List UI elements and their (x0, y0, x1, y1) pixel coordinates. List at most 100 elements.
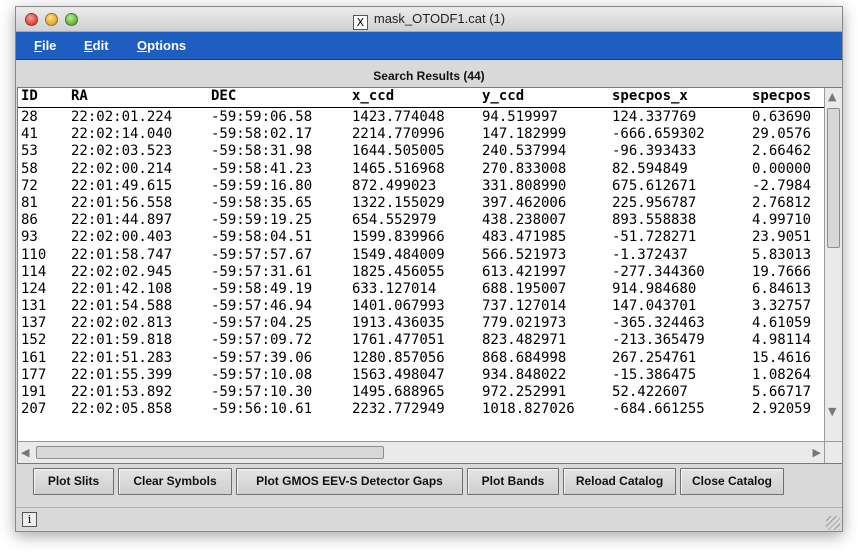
cell-y-ccd: 240.537994 (482, 143, 567, 160)
cell-specpos-x: -15.386475 (612, 366, 697, 383)
cell-dec: -59:57:09.72 (211, 332, 313, 349)
column-header-id[interactable]: ID (21, 88, 38, 105)
cell-dec: -59:58:04.51 (211, 229, 313, 246)
plot-bands-button[interactable]: Plot Bands (467, 468, 559, 495)
column-header-x-ccd[interactable]: x_ccd (352, 88, 394, 105)
horizontal-scroll-thumb[interactable] (36, 446, 384, 459)
cell-y-ccd: 147.182999 (482, 126, 567, 143)
cell-x-ccd: 1599.839966 (352, 229, 445, 246)
column-header-dec[interactable]: DEC (211, 88, 236, 105)
horizontal-scrollbar[interactable]: ◀ ▶ (18, 441, 825, 463)
table-row[interactable]: 41 22:02:14.040 -59:58:02.17 2214.770996 147… (18, 126, 825, 143)
table-row[interactable]: 207 22:02:05.858 -59:56:10.61 2232.772949 10… (18, 401, 825, 418)
reload-catalog-button[interactable]: Reload Catalog (563, 468, 676, 495)
cell-y-ccd: 779.021973 (482, 315, 567, 332)
column-header-specpos[interactable]: specpos (752, 88, 811, 105)
cell-specpos-x: 225.956787 (612, 194, 697, 211)
cell-dec: -59:58:02.17 (211, 126, 313, 143)
scroll-left-icon[interactable]: ◀ (21, 446, 29, 459)
cell-specpos-x: 914.984680 (612, 280, 697, 297)
cell-ra: 22:02:01.224 (71, 109, 173, 125)
table-row[interactable]: 81 22:01:56.558 -59:58:35.65 1322.155029 397… (18, 195, 825, 212)
table-row[interactable]: 93 22:02:00.403 -59:58:04.51 1599.839966 483… (18, 229, 825, 246)
cell-id: 28 (21, 109, 38, 125)
cell-x-ccd: 1322.155029 (352, 194, 445, 211)
resize-grip-icon[interactable] (826, 516, 840, 530)
cell-id: 177 (21, 366, 47, 383)
close-catalog-button[interactable]: Close Catalog (680, 468, 784, 495)
table-row[interactable]: 152 22:01:59.818 -59:57:09.72 1761.477051 82… (18, 332, 825, 349)
cell-id: 152 (21, 332, 47, 349)
scroll-right-icon[interactable]: ▶ (813, 446, 821, 459)
scroll-corner (824, 441, 842, 463)
menu-edit[interactable]: Edit (84, 38, 109, 53)
cell-id: 124 (21, 280, 47, 297)
cell-specpos-x: 124.337769 (612, 109, 697, 125)
cell-ra: 22:01:58.747 (71, 246, 173, 263)
column-header-ra[interactable]: RA (71, 88, 88, 105)
plot-gmos-detector-gaps-button[interactable]: Plot GMOS EEV-S Detector Gaps (236, 468, 463, 495)
status-bar: i (16, 507, 842, 531)
cell-y-ccd: 613.421997 (482, 263, 567, 280)
scroll-up-icon[interactable]: ▲ (828, 90, 836, 103)
vertical-scrollbar[interactable]: ▲ ▼ (824, 88, 842, 442)
menu-options[interactable]: Options (137, 38, 186, 53)
catalog-window: Xmask_OTODF1.cat (1) File Edit Options S… (15, 6, 843, 532)
cell-dec: -59:57:57.67 (211, 246, 313, 263)
table-row[interactable]: 53 22:02:03.523 -59:58:31.98 1644.505005 240… (18, 143, 825, 160)
cell-ra: 22:01:56.558 (71, 194, 173, 211)
cell-y-ccd: 94.519997 (482, 109, 558, 125)
cell-specpos: 15.4616 (752, 349, 812, 366)
table-row[interactable]: 114 22:02:02.945 -59:57:31.61 1825.456055 61… (18, 264, 825, 281)
table-body: 28 22:02:01.224 -59:59:06.58 1423.774048 94.… (18, 109, 825, 418)
table-row[interactable]: 177 22:01:55.399 -59:57:10.08 1563.498047 93… (18, 367, 825, 384)
cell-x-ccd: 1401.067993 (352, 298, 445, 315)
scroll-down-icon[interactable]: ▼ (828, 405, 836, 418)
cell-y-ccd: 934.848022 (482, 366, 567, 383)
title-bar[interactable]: Xmask_OTODF1.cat (1) (16, 7, 842, 32)
table-row[interactable]: 28 22:02:01.224 -59:59:06.58 1423.774048 94.… (18, 109, 825, 126)
cell-dec: -59:59:06.58 (211, 109, 313, 125)
cell-ra: 22:02:00.403 (71, 229, 173, 246)
column-header-y-ccd[interactable]: y_ccd (482, 88, 524, 105)
cell-y-ccd: 1018.827026 (482, 401, 575, 418)
menu-options-label: ptions (147, 38, 187, 53)
table-row[interactable]: 86 22:01:44.897 -59:59:19.25 654.552979 438.… (18, 212, 825, 229)
vertical-scroll-thumb[interactable] (827, 108, 840, 248)
cell-specpos-x: 267.254761 (612, 349, 697, 366)
cell-dec: -59:57:10.08 (211, 366, 313, 383)
menu-bar: File Edit Options (16, 32, 842, 60)
column-header-specpos-x[interactable]: specpos_x (612, 88, 688, 105)
cell-specpos: 2.76812 (752, 194, 812, 211)
table-row[interactable]: 191 22:01:53.892 -59:57:10.30 1495.688965 97… (18, 384, 825, 401)
cell-specpos: 0.63690 (752, 109, 812, 125)
plot-slits-button[interactable]: Plot Slits (33, 468, 114, 495)
table-row[interactable]: 161 22:01:51.283 -59:57:39.06 1280.857056 86… (18, 350, 825, 367)
cell-y-ccd: 566.521973 (482, 246, 567, 263)
cell-x-ccd: 872.499023 (352, 177, 437, 194)
cell-specpos: 1.08264 (752, 366, 812, 383)
cell-specpos: 0.00000 (752, 160, 812, 177)
menu-file[interactable]: File (34, 38, 56, 53)
menu-file-mnemonic: F (34, 38, 42, 53)
results-table[interactable]: ID RA DEC x_ccd y_ccd specpos_x specpos … (18, 88, 825, 442)
cell-ra: 22:02:05.858 (71, 401, 173, 418)
cell-id: 53 (21, 143, 38, 160)
cell-x-ccd: 633.127014 (352, 280, 437, 297)
cell-y-ccd: 737.127014 (482, 298, 567, 315)
cell-specpos: 4.99710 (752, 212, 812, 229)
table-row[interactable]: 58 22:02:00.214 -59:58:41.23 1465.516968 270… (18, 161, 825, 178)
cell-dec: -59:58:31.98 (211, 143, 313, 160)
cell-ra: 22:01:54.588 (71, 298, 173, 315)
cell-id: 93 (21, 229, 38, 246)
table-row[interactable]: 110 22:01:58.747 -59:57:57.67 1549.484009 56… (18, 247, 825, 264)
cell-specpos: 3.32757 (752, 298, 812, 315)
info-icon[interactable]: i (22, 512, 37, 527)
table-row[interactable]: 124 22:01:42.108 -59:58:49.19 633.127014 688… (18, 281, 825, 298)
table-row[interactable]: 137 22:02:02.813 -59:57:04.25 1913.436035 77… (18, 315, 825, 332)
cell-ra: 22:02:03.523 (71, 143, 173, 160)
window-title: mask_OTODF1.cat (1) (373, 11, 506, 26)
clear-symbols-button[interactable]: Clear Symbols (118, 468, 232, 495)
table-row[interactable]: 72 22:01:49.615 -59:59:16.80 872.499023 331.… (18, 178, 825, 195)
table-row[interactable]: 131 22:01:54.588 -59:57:46.94 1401.067993 73… (18, 298, 825, 315)
